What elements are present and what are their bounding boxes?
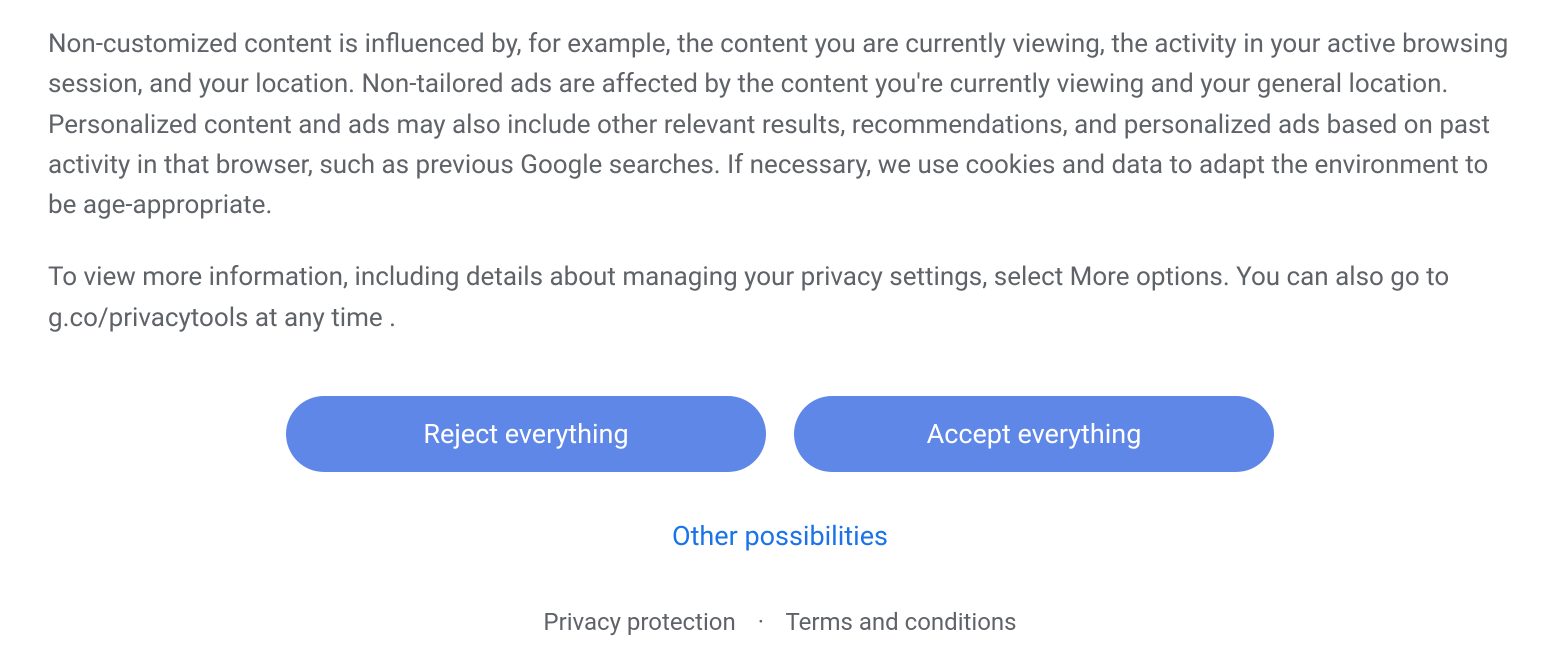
- footer-separator: ·: [758, 608, 764, 636]
- terms-link[interactable]: Terms and conditions: [785, 608, 1016, 636]
- reject-all-button[interactable]: Reject everything: [286, 396, 766, 472]
- info-paragraph-2: To view more information, including deta…: [48, 257, 1512, 338]
- more-options-row: Other possibilities: [48, 520, 1512, 552]
- consent-buttons-row: Reject everything Accept everything: [48, 396, 1512, 472]
- accept-all-button[interactable]: Accept everything: [794, 396, 1274, 472]
- more-options-link[interactable]: Other possibilities: [672, 520, 888, 552]
- privacy-link[interactable]: Privacy protection: [543, 608, 735, 636]
- footer-links: Privacy protection · Terms and condition…: [48, 608, 1512, 636]
- consent-dialog-content: Non-customized content is influenced by,…: [48, 24, 1512, 636]
- info-paragraph-1: Non-customized content is influenced by,…: [48, 24, 1512, 225]
